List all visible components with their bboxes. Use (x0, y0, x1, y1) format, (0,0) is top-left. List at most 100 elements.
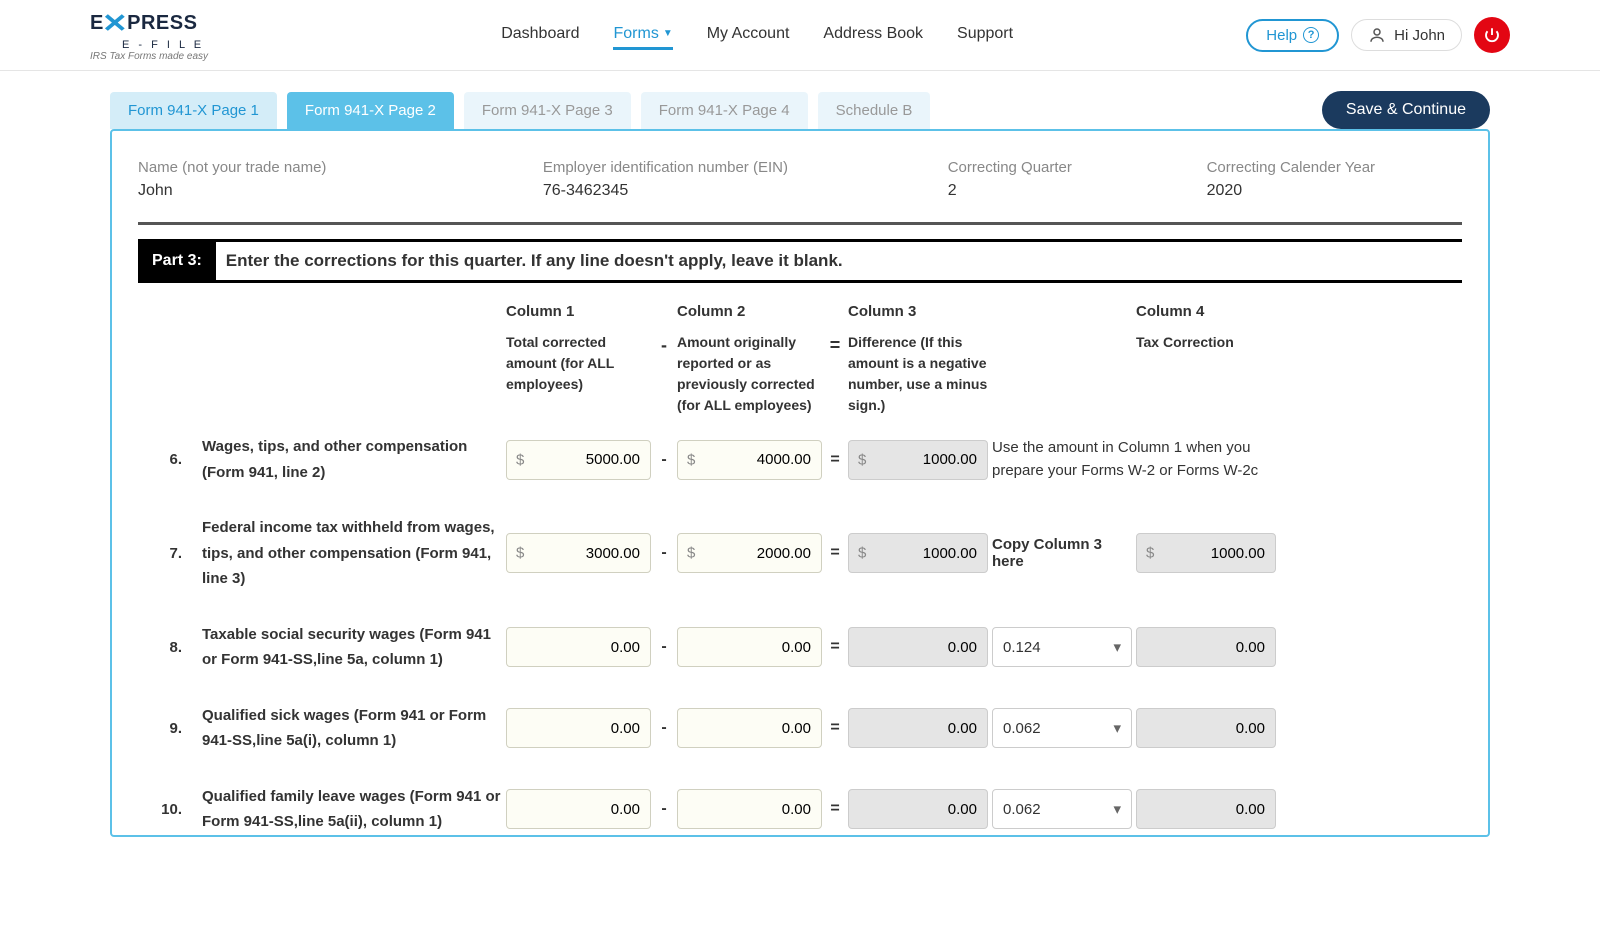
dollar-icon: $ (858, 545, 866, 562)
dollar-icon: $ (1146, 545, 1154, 562)
col3-header: Column 3 (848, 303, 988, 320)
logo-text-sub: E - F I L E (90, 39, 208, 51)
row-8-rate-select[interactable]: 0.124 (992, 627, 1132, 667)
op-minus: - (655, 303, 673, 356)
name-value: John (138, 182, 503, 200)
tab-page-2[interactable]: Form 941-X Page 2 (287, 92, 454, 129)
col4-sub: Tax Correction (1136, 332, 1276, 353)
dollar-icon: $ (516, 451, 524, 468)
row-8-col1-input[interactable] (506, 627, 651, 667)
row-9: 9. Qualified sick wages (Form 941 or For… (138, 703, 1462, 754)
col4-header: Column 4 (1136, 303, 1276, 320)
employer-info-row: Name (not your trade name) John Employer… (138, 151, 1462, 225)
nav-forms[interactable]: Forms▼ (613, 21, 672, 50)
row-7-col2-input[interactable] (677, 533, 822, 573)
user-greeting: Hi John (1394, 27, 1445, 44)
row-8-col2-input[interactable] (677, 627, 822, 667)
power-icon (1483, 26, 1501, 44)
row-9-num: 9. (138, 720, 198, 737)
logo-tagline: IRS Tax Forms made easy (90, 51, 208, 62)
tab-page-4[interactable]: Form 941-X Page 4 (641, 92, 808, 129)
user-icon (1368, 26, 1386, 44)
part-3-title: Enter the corrections for this quarter. … (216, 251, 843, 271)
row-9-col3-output (848, 708, 988, 748)
page-tabs: Form 941-X Page 1 Form 941-X Page 2 Form… (110, 91, 1490, 129)
col2-sub: Amount originally reported or as previou… (677, 332, 822, 416)
row-10-col4-output (1136, 789, 1276, 829)
op-equals: = (826, 451, 844, 469)
row-6-col3-output (848, 440, 988, 480)
op-equals: = (826, 303, 844, 356)
ein-label: Employer identification number (EIN) (543, 159, 908, 176)
op-equals: = (826, 719, 844, 737)
row-6-label: Wages, tips, and other compensation (For… (202, 434, 502, 485)
column-headers: Column 1 Total corrected amount (for ALL … (138, 303, 1462, 416)
row-8-col3-output (848, 627, 988, 667)
year-value: 2020 (1207, 182, 1462, 200)
col1-sub: Total corrected amount (for ALL employee… (506, 332, 651, 395)
year-label: Correcting Calender Year (1207, 159, 1462, 176)
op-minus: - (655, 544, 673, 562)
dollar-icon: $ (516, 545, 524, 562)
row-10-label: Qualified family leave wages (Form 941 o… (202, 784, 502, 835)
row-7-col1-input[interactable] (506, 533, 651, 573)
tab-page-3[interactable]: Form 941-X Page 3 (464, 92, 631, 129)
logout-button[interactable] (1474, 17, 1510, 53)
row-6-num: 6. (138, 451, 198, 468)
user-menu[interactable]: Hi John (1351, 19, 1462, 51)
tab-page-1[interactable]: Form 941-X Page 1 (110, 92, 277, 129)
row-9-label: Qualified sick wages (Form 941 or Form 9… (202, 703, 502, 754)
help-label: Help (1266, 27, 1297, 44)
nav-my-account[interactable]: My Account (707, 21, 790, 50)
help-button[interactable]: Help ? (1246, 19, 1339, 52)
save-continue-button[interactable]: Save & Continue (1322, 91, 1490, 129)
row-8: 8. Taxable social security wages (Form 9… (138, 622, 1462, 673)
help-icon: ? (1303, 27, 1319, 43)
row-10-num: 10. (138, 801, 198, 818)
col2-header: Column 2 (677, 303, 822, 320)
row-7: 7. Federal income tax withheld from wage… (138, 515, 1462, 592)
nav-address-book[interactable]: Address Book (823, 21, 923, 50)
row-8-num: 8. (138, 639, 198, 656)
tab-schedule-b[interactable]: Schedule B (818, 92, 931, 129)
row-9-col1-input[interactable] (506, 708, 651, 748)
row-10-col2-input[interactable] (677, 789, 822, 829)
row-7-col3-output (848, 533, 988, 573)
row-10-col3-output (848, 789, 988, 829)
quarter-value: 2 (948, 182, 1167, 200)
row-8-col4-output (1136, 627, 1276, 667)
row-7-col4-output (1136, 533, 1276, 573)
col1-header: Column 1 (506, 303, 651, 320)
dollar-icon: $ (687, 451, 695, 468)
part-3-header: Part 3: Enter the corrections for this q… (138, 239, 1462, 283)
row-7-note: Copy Column 3 here (992, 536, 1132, 570)
quarter-label: Correcting Quarter (948, 159, 1167, 176)
nav-dashboard[interactable]: Dashboard (501, 21, 579, 50)
col3-sub: Difference (If this amount is a negative… (848, 332, 988, 416)
op-minus: - (655, 719, 673, 737)
row-8-label: Taxable social security wages (Form 941 … (202, 622, 502, 673)
row-9-rate-value: 0.062 (1003, 720, 1041, 737)
row-10: 10. Qualified family leave wages (Form 9… (138, 784, 1462, 835)
row-9-col4-output (1136, 708, 1276, 748)
ein-value: 76-3462345 (543, 182, 908, 200)
row-10-rate-select[interactable]: 0.062 (992, 789, 1132, 829)
dollar-icon: $ (858, 451, 866, 468)
content: Form 941-X Page 1 Form 941-X Page 2 Form… (0, 71, 1600, 877)
row-6-col2-input[interactable] (677, 440, 822, 480)
row-9-col2-input[interactable] (677, 708, 822, 748)
row-7-num: 7. (138, 545, 198, 562)
row-6-col1-input[interactable] (506, 440, 651, 480)
row-10-rate-value: 0.062 (1003, 801, 1041, 818)
form-panel: Name (not your trade name) John Employer… (110, 129, 1490, 837)
logo-text-top: PRESS (127, 12, 197, 35)
main-nav: Dashboard Forms▼ My Account Address Book… (268, 21, 1246, 50)
row-10-col1-input[interactable] (506, 789, 651, 829)
row-8-rate-value: 0.124 (1003, 639, 1041, 656)
top-header: E✕PRESS E - F I L E IRS Tax Forms made e… (0, 0, 1600, 71)
row-9-rate-select[interactable]: 0.062 (992, 708, 1132, 748)
op-minus: - (655, 800, 673, 818)
nav-support[interactable]: Support (957, 21, 1013, 50)
logo[interactable]: E✕PRESS E - F I L E IRS Tax Forms made e… (90, 8, 208, 62)
row-6-note: Use the amount in Column 1 when you prep… (992, 437, 1276, 482)
